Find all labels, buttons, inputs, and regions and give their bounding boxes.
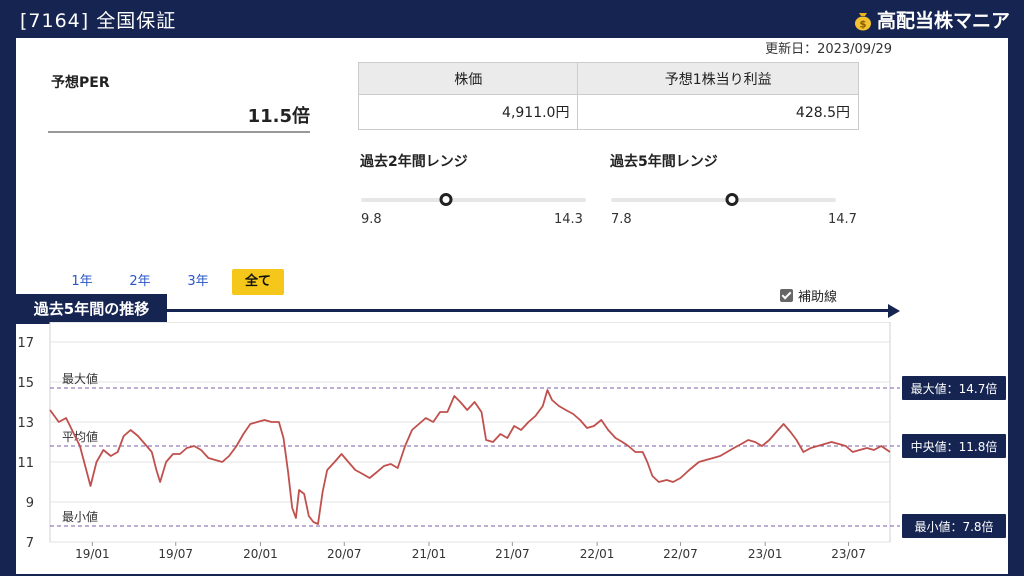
svg-text:$: $ [860, 19, 867, 30]
tab-1y[interactable]: 1年 [64, 269, 100, 295]
eps-header: 予想1株当り利益 [577, 62, 859, 95]
x-tick-label: 20/01 [243, 547, 278, 561]
ref-badge-text-max: 最大値：14.7倍 [911, 381, 998, 396]
ref-badge-text-median: 中央値：11.8倍 [911, 439, 998, 454]
page-title: [7164] 全国保証 [20, 10, 177, 32]
range-5y-slider[interactable] [611, 193, 836, 206]
ref-label-max: 最大値 [62, 371, 98, 386]
range-2y-title: 過去2年間レンジ [360, 154, 468, 170]
x-tick-label: 19/01 [75, 547, 110, 561]
price-value: 4,911.0円 [357, 94, 579, 130]
range-2y-min: 9.8 [361, 212, 382, 227]
x-tick-label: 23/07 [831, 547, 866, 561]
per-underline [48, 131, 310, 133]
x-tick-label: 21/07 [495, 547, 530, 561]
x-tick-label: 22/01 [580, 547, 615, 561]
arrow-right-icon [888, 304, 900, 318]
range-2y-knob[interactable] [439, 193, 453, 206]
money-bag-icon: $ [854, 12, 871, 30]
tab-2y[interactable]: 2年 [122, 269, 158, 295]
range-5y-min: 7.8 [611, 212, 632, 227]
section-title: 過去5年間の推移 [16, 294, 167, 324]
y-tick-label: 11 [17, 456, 34, 471]
range-5y-max: 14.7 [828, 212, 857, 227]
y-tick-label: 17 [17, 336, 34, 351]
eps-value: 428.5円 [577, 94, 859, 130]
y-tick-label: 7 [26, 536, 34, 551]
x-tick-label: 22/07 [663, 547, 698, 561]
per-label: 予想PER [51, 75, 110, 91]
range-2y-slider[interactable] [361, 193, 586, 206]
aux-line-label: 補助線 [798, 290, 838, 305]
ref-label-min: 最小値 [62, 509, 98, 524]
y-tick-label: 9 [26, 496, 34, 511]
per-line-chart: 7 9 11 13 15 17 19/01 19/07 20/01 20/07 21/01 21/07… [17, 322, 1006, 561]
updated-date: 更新日：2023/09/29 [765, 42, 892, 57]
x-tick-label: 20/07 [327, 547, 362, 561]
x-tick-label: 21/01 [412, 547, 447, 561]
y-tick-label: 13 [17, 416, 34, 431]
brand-name: 高配当株マニア [876, 10, 1010, 32]
range-5y-title: 過去5年間レンジ [610, 154, 718, 170]
x-tick-label: 23/01 [748, 547, 783, 561]
price-header: 株価 [357, 62, 579, 95]
metrics-table: 株価 予想1株当り利益 4,911.0円 428.5円 [357, 62, 859, 130]
checkbox-checked-icon[interactable] [780, 289, 793, 302]
per-value: 11.5倍 [247, 106, 310, 127]
aux-line-toggle[interactable]: 補助線 [780, 286, 837, 305]
plot-area [49, 322, 891, 543]
range-2y-max: 14.3 [554, 212, 583, 227]
brand-logo[interactable]: $ 高配当株マニア [853, 6, 1010, 33]
y-tick-label: 15 [17, 376, 34, 391]
tab-all[interactable]: 全て [232, 269, 284, 295]
ref-badge-text-min: 最小値：7.8倍 [914, 519, 993, 534]
ref-label-median: 平均値 [62, 429, 98, 444]
range-5y-knob[interactable] [725, 193, 739, 206]
x-tick-label: 19/07 [158, 547, 193, 561]
section-arrow-line [166, 309, 890, 312]
header-bar: [7164] 全国保証 $ 高配当株マニア [0, 0, 1024, 40]
tab-3y[interactable]: 3年 [180, 269, 216, 295]
